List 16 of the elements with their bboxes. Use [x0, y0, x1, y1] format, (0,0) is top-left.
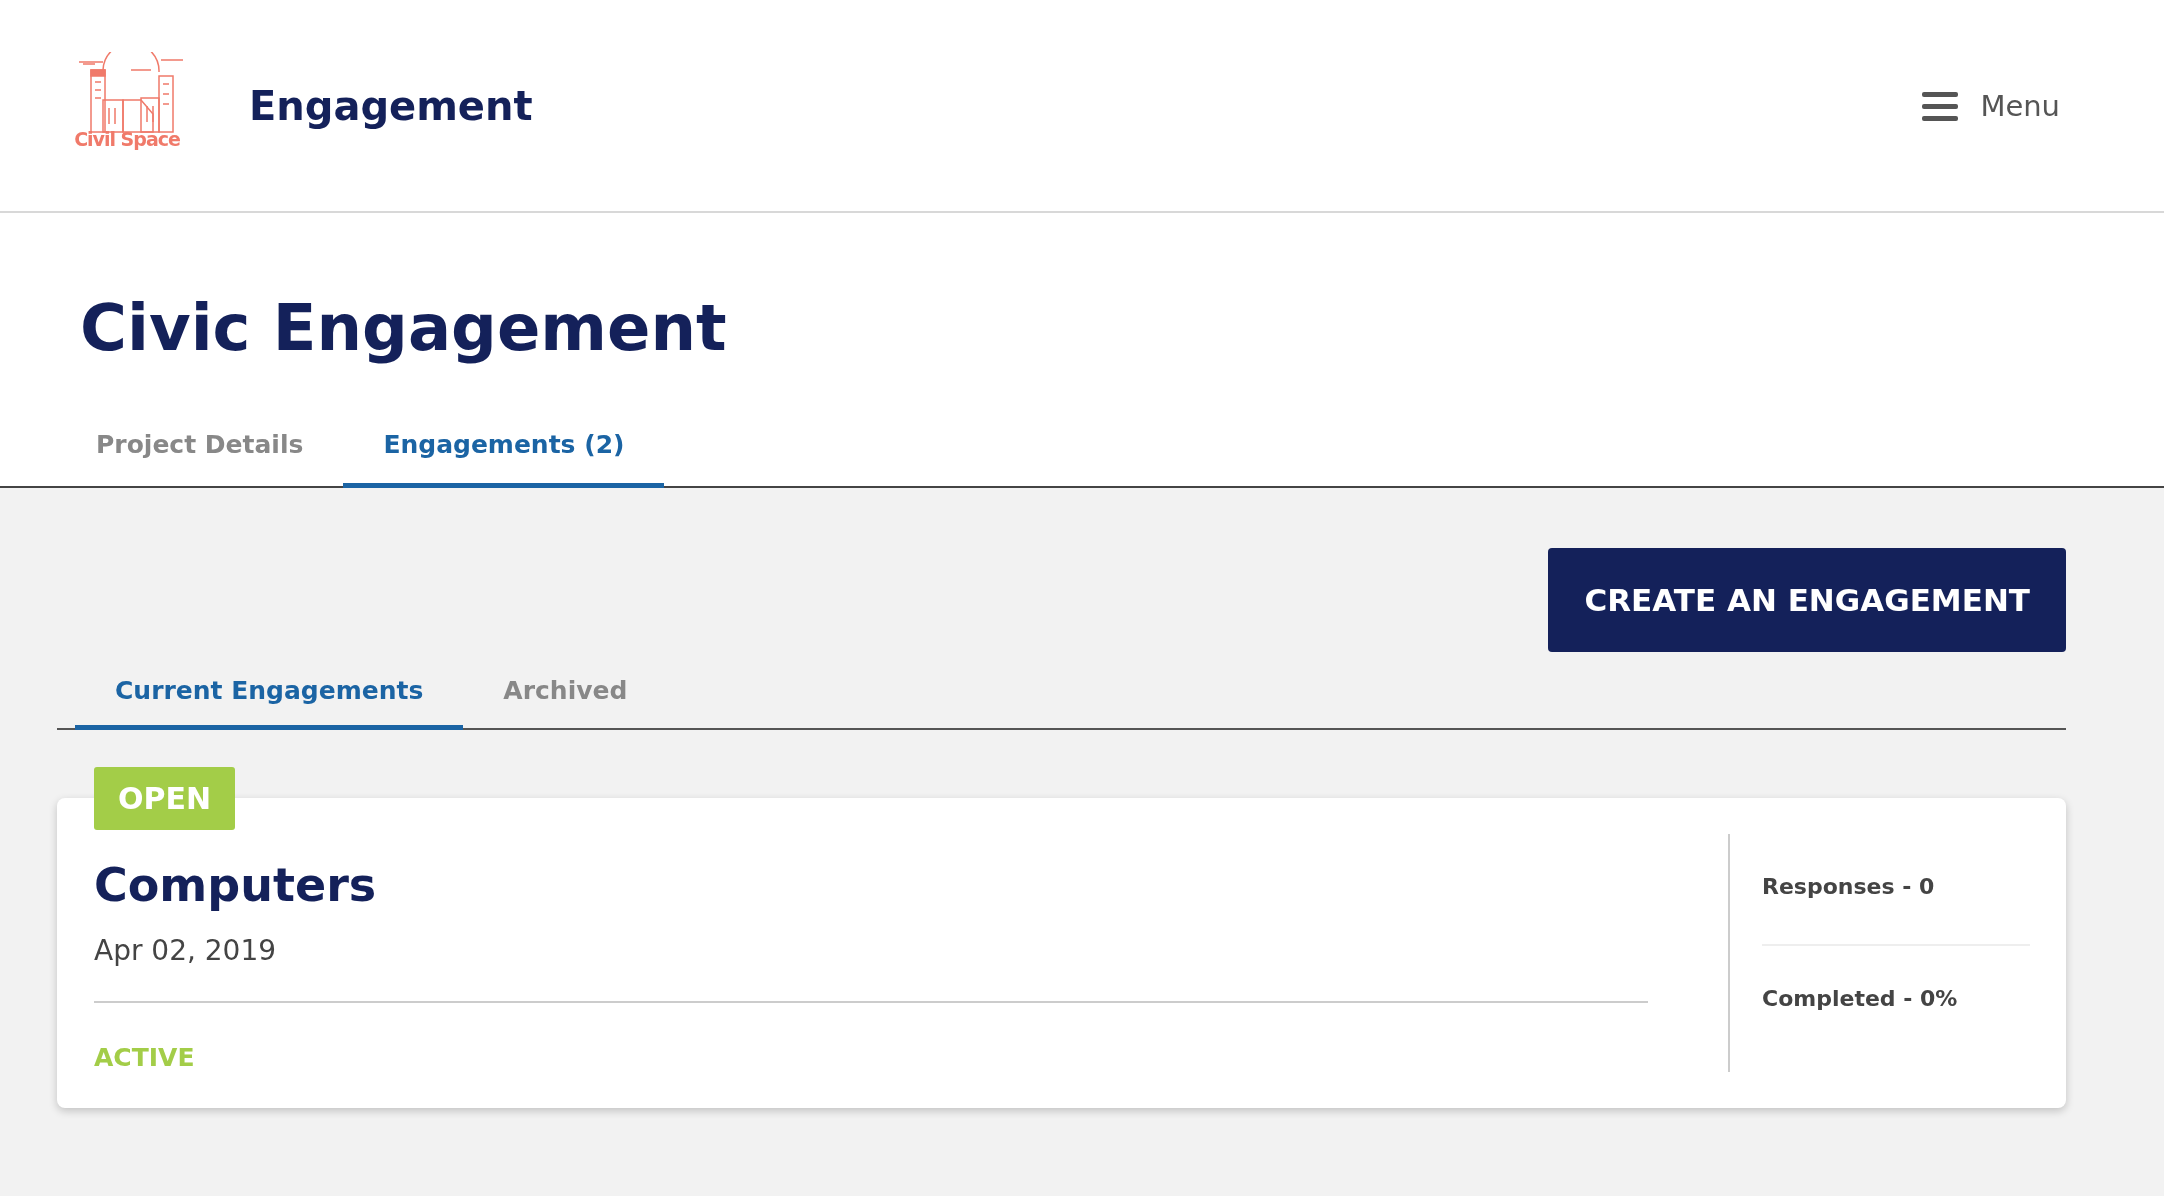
status-badge: OPEN: [94, 767, 236, 830]
tab[interactable]: Engagements (2): [343, 408, 665, 488]
status-label: ACTIVE: [94, 1043, 196, 1072]
tab[interactable]: Current Engagements: [75, 656, 464, 730]
page-title: Civic Engagement: [79, 290, 728, 367]
create-engagement-button[interactable]: CREATE AN ENGAGEMENT: [1548, 548, 2066, 652]
engagement-date: Apr 02, 2019: [94, 934, 278, 967]
engagement-title: Computers: [94, 858, 378, 912]
menu-button[interactable]: Menu: [1916, 87, 2066, 124]
tab[interactable]: Project Details: [56, 408, 344, 488]
logo-text: Civil Space: [74, 127, 180, 150]
stat-label: Responses - 0: [1762, 873, 1936, 901]
tab[interactable]: Archived: [463, 656, 668, 730]
header-title: Engagement: [249, 82, 534, 129]
menu-icon: [1922, 89, 1959, 122]
stat-label: Completed - 0%: [1762, 944, 2030, 1056]
